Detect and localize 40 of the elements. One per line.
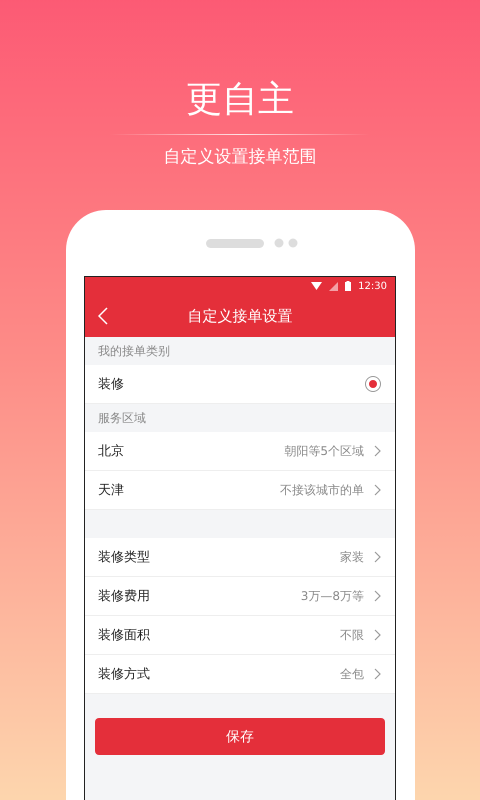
chevron-right-icon bbox=[374, 629, 381, 641]
category-label: 装修 bbox=[98, 376, 125, 393]
list-row[interactable]: 装修费用 3万—8万等 bbox=[85, 577, 395, 616]
category-option[interactable]: 装修 bbox=[85, 365, 395, 404]
battery-icon bbox=[345, 281, 352, 291]
list-row[interactable]: 装修类型 家装 bbox=[85, 538, 395, 577]
list-row[interactable]: 天津 不接该城市的单 bbox=[85, 471, 395, 510]
row-label: 装修方式 bbox=[98, 666, 151, 683]
row-value: 朝阳等5个区域 bbox=[284, 442, 364, 460]
speaker-slot bbox=[206, 238, 264, 248]
row-value: 不限 bbox=[340, 626, 364, 644]
row-value: 全包 bbox=[340, 666, 364, 682]
row-value: 不接该城市的单 bbox=[280, 482, 364, 498]
wifi-icon bbox=[311, 282, 322, 290]
row-value: 家装 bbox=[340, 548, 364, 566]
chevron-right-icon bbox=[374, 668, 381, 680]
chevron-right-icon bbox=[374, 484, 381, 496]
row-label: 装修类型 bbox=[98, 549, 151, 566]
section-header: 我的接单类别 bbox=[97, 343, 171, 360]
subheadline: 自定义设置接单范围 bbox=[164, 146, 316, 169]
chevron-right-icon bbox=[374, 590, 381, 602]
list-row[interactable]: 装修方式 全包 bbox=[85, 655, 395, 694]
row-value: 3万—8万等 bbox=[300, 588, 364, 604]
row-label: 北京 bbox=[98, 443, 125, 460]
row-label: 天津 bbox=[98, 482, 125, 499]
headline: 更自主 bbox=[186, 78, 294, 122]
chevron-right-icon bbox=[374, 551, 381, 563]
row-label: 装修面积 bbox=[98, 627, 151, 644]
list-row[interactable]: 北京 朝阳等5个区域 bbox=[85, 432, 395, 471]
chevron-right-icon bbox=[374, 445, 381, 457]
radio-button[interactable] bbox=[365, 376, 381, 392]
save-button[interactable]: 保存 bbox=[95, 718, 385, 755]
section-header: 服务区域 bbox=[97, 410, 147, 427]
status-time: 12:30 bbox=[358, 280, 387, 292]
app-bar-title: 自定义接单设置 bbox=[188, 306, 292, 326]
row-label: 装修费用 bbox=[98, 588, 151, 605]
back-icon[interactable] bbox=[98, 307, 108, 325]
signal-icon bbox=[329, 282, 338, 290]
list-row[interactable]: 装修面积 不限 bbox=[85, 616, 395, 655]
sensor-dots-icon bbox=[274, 238, 298, 248]
